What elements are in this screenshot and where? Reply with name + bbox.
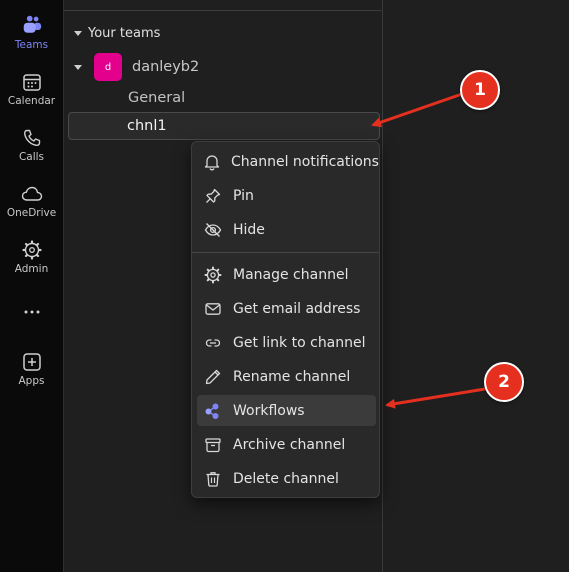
menu-label: Archive channel	[233, 436, 346, 453]
chevron-down-icon	[74, 31, 82, 36]
teams-icon	[23, 15, 41, 33]
pencil-icon	[203, 367, 223, 387]
menu-label: Delete channel	[233, 470, 339, 487]
menu-item-manage-channel[interactable]: Manage channel	[197, 259, 376, 290]
mail-icon	[203, 299, 223, 319]
channel-label: chnl1	[127, 118, 167, 134]
menu-item-channel-notifications[interactable]: Channel notifications	[197, 146, 379, 177]
menu-item-get-email-address[interactable]: Get email address	[197, 293, 376, 324]
menu-label: Rename channel	[233, 368, 351, 385]
menu-item-archive-channel[interactable]: Archive channel	[197, 429, 376, 460]
app-rail: Teams Calendar Calls OneDrive Admin Apps	[0, 0, 63, 572]
gear-icon	[203, 265, 223, 285]
menu-label: Get link to channel	[233, 334, 366, 351]
menu-item-get-link-to-channel[interactable]: Get link to channel	[197, 327, 376, 358]
cloud-icon	[21, 186, 42, 201]
calendar-icon	[22, 74, 41, 91]
hide-eye-icon	[203, 220, 223, 240]
menu-label: Hide	[233, 221, 265, 238]
annotation-badge-2: 2	[484, 362, 524, 402]
team-name: danleyb2	[132, 59, 200, 75]
bell-icon	[203, 152, 221, 172]
rail-item-onedrive[interactable]: OneDrive	[0, 184, 63, 219]
rail-label-calendar: Calendar	[7, 95, 56, 107]
rail-label-teams: Teams	[14, 39, 49, 51]
your-teams-header[interactable]: Your teams	[74, 26, 160, 41]
rail-item-teams[interactable]: Teams	[0, 14, 63, 51]
more-icon	[24, 310, 39, 314]
rail-item-admin[interactable]: Admin	[0, 240, 63, 275]
annotation-badge-1: 1	[460, 70, 500, 110]
menu-item-rename-channel[interactable]: Rename channel	[197, 361, 376, 392]
panel-divider	[64, 10, 381, 11]
pin-icon	[203, 186, 223, 206]
phone-icon	[23, 129, 40, 147]
team-avatar: d	[94, 53, 122, 81]
rail-label-admin: Admin	[14, 263, 49, 275]
menu-item-delete-channel[interactable]: Delete channel	[197, 463, 376, 494]
channel-context-menu: Channel notifications Pin Hide Manage ch…	[191, 141, 380, 498]
archive-icon	[203, 435, 223, 455]
rail-item-calls[interactable]: Calls	[0, 128, 63, 163]
rail-item-apps[interactable]: Apps	[0, 352, 63, 387]
menu-item-workflows[interactable]: Workflows	[197, 395, 376, 426]
menu-label: Get email address	[233, 300, 361, 317]
trash-icon	[203, 469, 223, 489]
workflows-icon	[203, 401, 223, 421]
menu-divider	[192, 252, 379, 253]
rail-item-more[interactable]	[0, 306, 63, 318]
link-icon	[203, 333, 223, 353]
rail-label-apps: Apps	[18, 375, 45, 387]
menu-item-hide[interactable]: Hide	[197, 214, 376, 245]
menu-label: Manage channel	[233, 266, 349, 283]
rail-label-onedrive: OneDrive	[6, 207, 57, 219]
add-app-icon	[22, 353, 41, 371]
channel-general[interactable]: General	[128, 90, 185, 106]
rail-item-calendar[interactable]: Calendar	[0, 72, 63, 107]
chevron-down-icon	[74, 64, 82, 70]
menu-label: Pin	[233, 187, 254, 204]
menu-label: Workflows	[233, 402, 305, 419]
team-row[interactable]: d danleyb2	[74, 53, 199, 81]
channel-chnl1[interactable]: chnl1	[68, 112, 380, 140]
menu-item-pin[interactable]: Pin	[197, 180, 376, 211]
menu-label: Channel notifications	[231, 153, 379, 170]
admin-gear-icon	[21, 240, 42, 260]
rail-label-calls: Calls	[18, 151, 45, 163]
section-title: Your teams	[88, 26, 161, 41]
